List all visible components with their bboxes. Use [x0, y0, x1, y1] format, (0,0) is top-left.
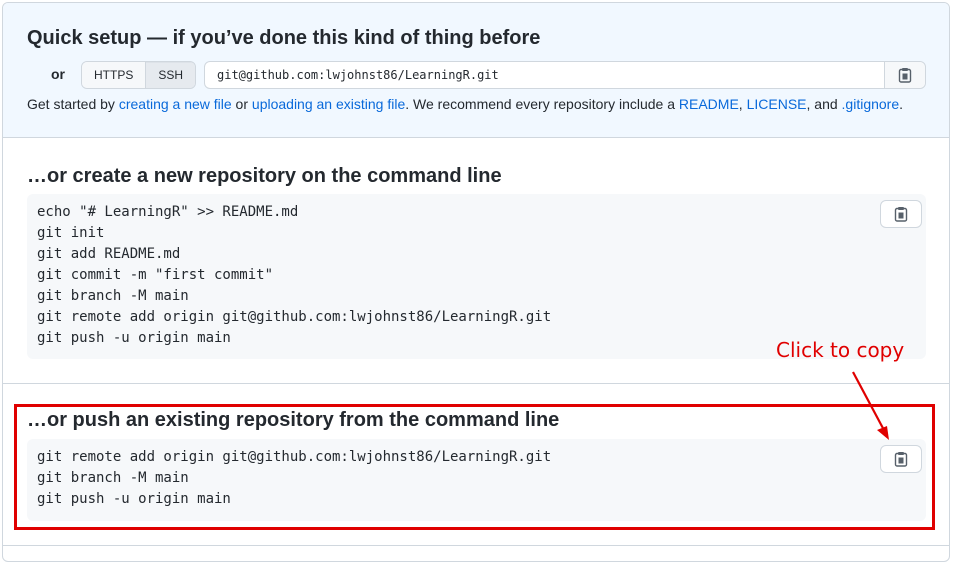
- or-label: or: [51, 66, 65, 82]
- push-existing-title: …or push an existing repository from the…: [27, 409, 560, 431]
- quick-setup-title: Quick setup — if you’ve done this kind o…: [27, 27, 541, 49]
- and-text: , and: [806, 96, 842, 112]
- push-existing-commands[interactable]: git remote add origin git@github.com:lwj…: [27, 439, 926, 518]
- section-divider-bottom: [3, 545, 949, 546]
- clipboard-icon: [898, 68, 912, 83]
- create-new-file-link[interactable]: creating a new file: [119, 96, 232, 112]
- copy-new-repo-button[interactable]: [880, 200, 922, 228]
- period-text: .: [899, 96, 904, 112]
- new-repo-code-block: echo "# LearningR" >> README.md git init…: [27, 194, 926, 359]
- push-existing-code-block: git remote add origin git@github.com:lwj…: [27, 439, 926, 521]
- https-button[interactable]: HTTPS: [82, 62, 146, 88]
- clipboard-icon: [894, 452, 908, 467]
- copy-url-button[interactable]: [884, 62, 925, 88]
- quick-setup-section: Quick setup — if you’ve done this kind o…: [3, 3, 949, 138]
- readme-link[interactable]: README: [679, 96, 739, 112]
- comma-text: ,: [738, 96, 747, 112]
- protocol-toggle: HTTPS SSH: [81, 61, 197, 89]
- recommend-text: . We recommend every repository include …: [405, 96, 679, 112]
- license-link[interactable]: LICENSE: [747, 96, 807, 112]
- new-repo-commands[interactable]: echo "# LearningR" >> README.md git init…: [27, 194, 926, 357]
- upload-file-link[interactable]: uploading an existing file: [252, 96, 405, 112]
- repo-setup-panel: Quick setup — if you’ve done this kind o…: [2, 2, 950, 562]
- clone-url-input[interactable]: [205, 62, 884, 88]
- new-repo-title: …or create a new repository on the comma…: [27, 165, 502, 187]
- copy-push-existing-button[interactable]: [880, 445, 922, 473]
- ssh-button[interactable]: SSH: [145, 62, 196, 88]
- section-divider: [3, 383, 949, 384]
- get-started-prefix: Get started by: [27, 96, 119, 112]
- gitignore-link[interactable]: .gitignore: [842, 96, 900, 112]
- get-started-text: Get started by creating a new file or up…: [27, 96, 903, 112]
- click-to-copy-annotation: Click to copy: [776, 338, 905, 362]
- or-text: or: [231, 96, 252, 112]
- clone-url-field: [204, 61, 926, 89]
- clipboard-icon: [894, 207, 908, 222]
